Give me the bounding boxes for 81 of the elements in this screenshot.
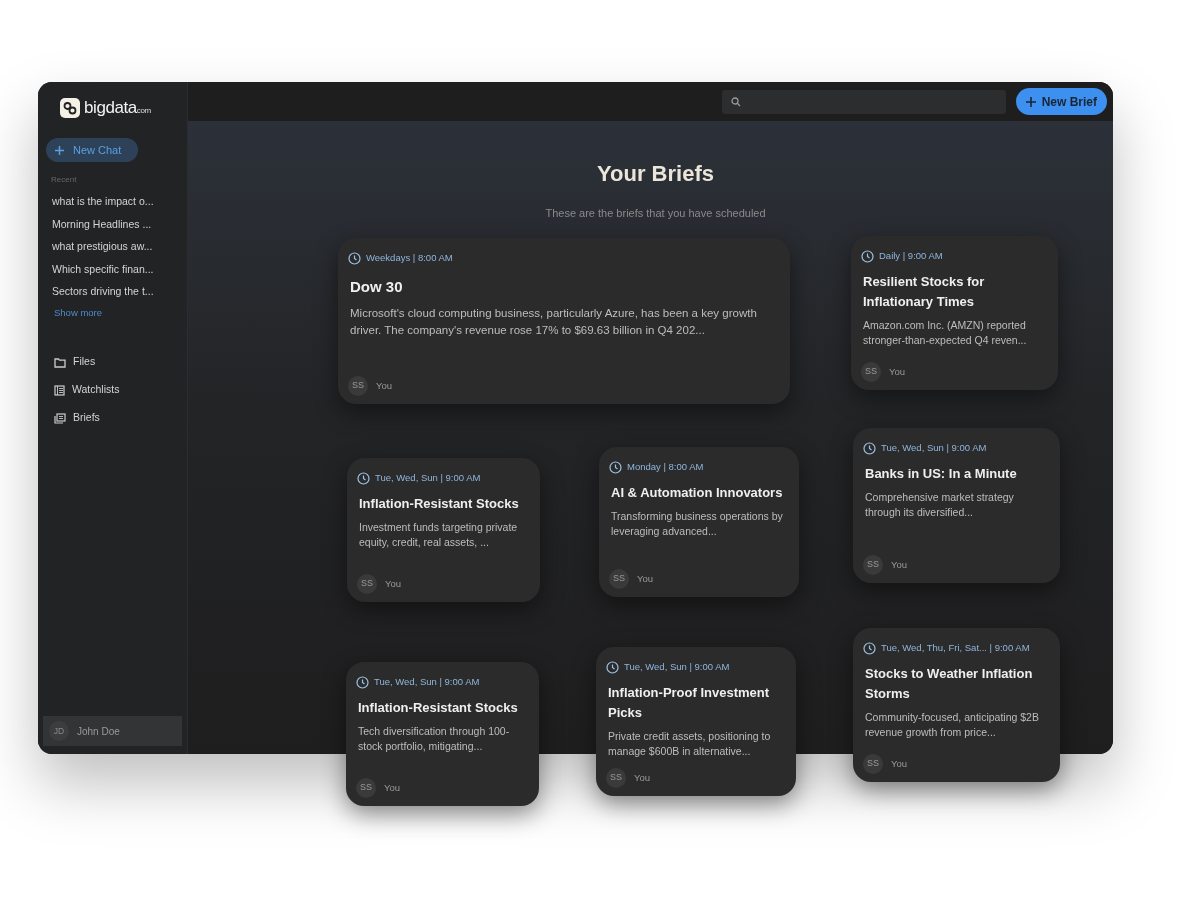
recent-chat-item[interactable]: what prestigious aw... xyxy=(52,235,179,258)
schedule-label: Tue, Wed, Sun | 9:00 AM xyxy=(624,660,730,674)
page-title: Your Briefs xyxy=(596,160,714,188)
brief-summary: Tech diversification through 100-stock portfolio, mitigating... xyxy=(357,724,511,755)
brief-card[interactable]: Tue, Wed, Sun | 9:00 AM Banks in US: In a Minute Comprehensive market strategy through its diversified... SS You xyxy=(853,428,1060,583)
clock-icon xyxy=(348,251,361,265)
brief-title: AI & Automation Innovators xyxy=(610,484,784,503)
new-brief-button[interactable]: New Brief xyxy=(1015,88,1107,115)
search-icon xyxy=(730,96,741,107)
author-name: You xyxy=(891,557,908,572)
clock-icon xyxy=(861,249,874,263)
new-chat-button[interactable]: New Chat xyxy=(46,138,138,162)
author-avatar: SS xyxy=(861,362,881,382)
brief-title: Inflation-Resistant Stocks xyxy=(358,495,520,514)
folder-icon xyxy=(54,356,66,368)
schedule-label: Monday | 8:00 AM xyxy=(627,460,704,474)
brief-card[interactable]: Tue, Wed, Sun | 9:00 AM Inflation-Proof Investment Picks Private credit assets, positioning to manage $600B in alternative... SS You xyxy=(596,647,796,796)
recent-chat-item[interactable]: Which specific finan... xyxy=(52,257,179,281)
schedule-label: Tue, Wed, Sun | 9:00 AM xyxy=(374,675,480,689)
author-name: You xyxy=(385,576,402,591)
brief-summary: Comprehensive market strategy through its diversified... xyxy=(864,490,1015,521)
brief-summary: Amazon.com Inc. (AMZN) reported stronger-than-expected Q4 reven... xyxy=(862,318,1028,349)
clock-icon xyxy=(606,660,619,674)
author-avatar: SS xyxy=(356,778,376,798)
schedule-label: Weekdays | 8:00 AM xyxy=(366,251,453,265)
clock-icon xyxy=(357,471,370,485)
author-name: You xyxy=(637,571,654,586)
clock-icon xyxy=(356,675,369,689)
plus-icon xyxy=(1025,96,1036,107)
list-icon xyxy=(54,384,65,396)
author-avatar: SS xyxy=(357,574,377,594)
brief-card[interactable]: Weekdays | 8:00 AM Dow 30 Microsoft's cloud computing business, particularly Azure, has been a key growth driver. The company's revenue rose 17% to $69.63 billion in Q4 202... SS You xyxy=(338,238,790,404)
user-profile[interactable]: JD John Doe xyxy=(43,716,182,746)
schedule-label: Daily | 9:00 AM xyxy=(879,249,943,263)
user-name: John Doe xyxy=(77,724,120,739)
nav-item[interactable]: Briefs xyxy=(54,404,104,433)
clock-icon xyxy=(863,441,876,455)
clock-icon xyxy=(863,641,876,655)
logo-text: bigdatacom xyxy=(84,97,151,120)
author-name: You xyxy=(891,756,908,771)
author-name: You xyxy=(376,378,393,393)
recent-chat-item[interactable]: what is the impact o... xyxy=(52,190,179,213)
schedule-label: Tue, Wed, Sun | 9:00 AM xyxy=(881,441,987,455)
brief-title: Inflation-Proof Investment Picks xyxy=(607,684,771,723)
show-more-link[interactable]: Show more xyxy=(54,305,103,321)
author-name: You xyxy=(634,770,651,785)
brief-card[interactable]: Monday | 8:00 AM AI & Automation Innovators Transforming business operations by leveraging advanced... SS You xyxy=(599,447,799,597)
author-avatar: SS xyxy=(606,768,626,788)
author-avatar: SS xyxy=(609,569,629,589)
schedule-label: Tue, Wed, Thu, Fri, Sat... | 9:00 AM xyxy=(881,641,1030,655)
brief-title: Dow 30 xyxy=(349,277,404,298)
brief-summary: Microsoft's cloud computing business, particularly Azure, has been a key growth driver. The company's revenue rose 17% to $69.63 billion in Q4 202... xyxy=(349,306,758,339)
search-field[interactable] xyxy=(721,89,1006,114)
author-avatar: SS xyxy=(863,754,883,774)
recent-chat-item[interactable]: Morning Headlines ... xyxy=(52,212,179,236)
page-subtitle: These are the briefs that you have scheduled xyxy=(544,206,766,221)
stacked-pages-icon xyxy=(54,412,66,424)
recent-chat-item[interactable]: Sectors driving the t... xyxy=(52,280,179,303)
brief-card[interactable]: Tue, Wed, Sun | 9:00 AM Inflation-Resistant Stocks Investment funds targeting private equity, credit, real assets, ... SS You xyxy=(347,458,540,602)
brief-card[interactable]: Tue, Wed, Thu, Fri, Sat... | 9:00 AM Stocks to Weather Inflation Storms Community-focused, anticipating $2B revenue growth from price... SS You xyxy=(853,628,1060,782)
brief-title: Stocks to Weather Inflation Storms xyxy=(864,665,1034,704)
schedule-label: Tue, Wed, Sun | 9:00 AM xyxy=(375,471,481,485)
brief-summary: Investment funds targeting private equity, credit, real assets, ... xyxy=(358,520,519,551)
brief-card[interactable]: Tue, Wed, Sun | 9:00 AM Inflation-Resistant Stocks Tech diversification through 100-stock portfolio, mitigating... SS You xyxy=(346,662,539,806)
nav-item[interactable]: Watchlists xyxy=(54,376,124,405)
author-name: You xyxy=(889,364,906,379)
brief-summary: Community-focused, anticipating $2B revenue growth from price... xyxy=(864,710,1040,741)
clock-icon xyxy=(609,460,622,474)
logo-icon xyxy=(60,98,80,118)
author-avatar: SS xyxy=(863,555,883,575)
nav-item[interactable]: Files xyxy=(54,348,100,377)
brief-card[interactable]: Daily | 9:00 AM Resilient Stocks for Inflationary Times Amazon.com Inc. (AMZN) reported stronger-than-expected Q4 reven... SS You xyxy=(851,236,1058,390)
brief-summary: Transforming business operations by leveraging advanced... xyxy=(610,509,784,540)
user-avatar: JD xyxy=(49,721,69,741)
author-avatar: SS xyxy=(348,376,368,396)
plus-icon xyxy=(54,144,65,156)
brief-title: Resilient Stocks for Inflationary Times xyxy=(862,273,986,312)
brief-title: Banks in US: In a Minute xyxy=(864,465,1018,484)
brief-title: Inflation-Resistant Stocks xyxy=(357,699,519,718)
author-name: You xyxy=(384,780,401,795)
brief-summary: Private credit assets, positioning to manage $600B in alternative... xyxy=(607,729,772,760)
